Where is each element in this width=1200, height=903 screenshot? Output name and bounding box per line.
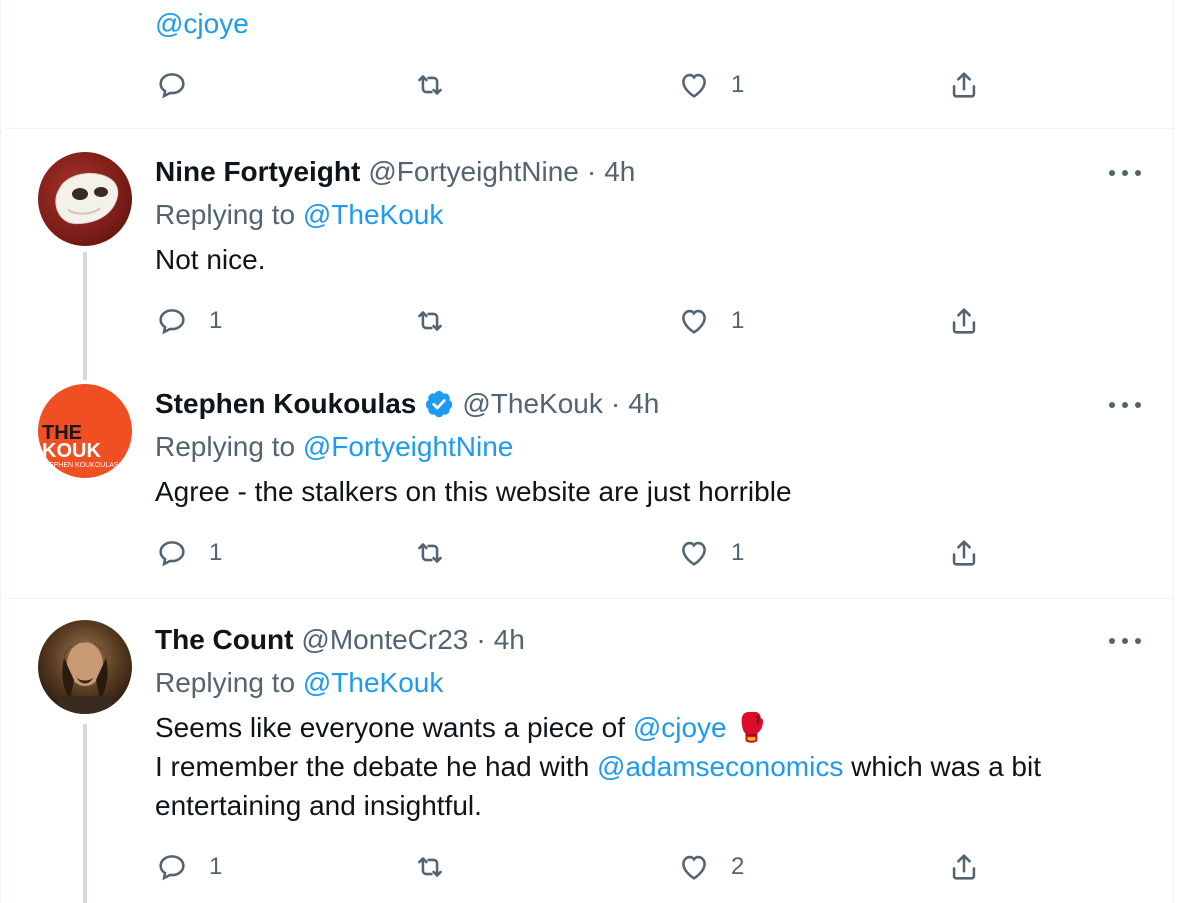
- display-name[interactable]: Stephen Koukoulas: [155, 388, 416, 420]
- more-options-icon[interactable]: [1109, 402, 1141, 412]
- avatar-phantom-mask[interactable]: [38, 152, 132, 246]
- display-name[interactable]: Nine Fortyeight: [155, 156, 360, 188]
- share-icon: [952, 854, 976, 880]
- thread-connector: [83, 724, 87, 903]
- tweet-text-line: Seems like everyone wants a piece of @cj…: [155, 708, 1041, 747]
- retweet-icon: [418, 543, 442, 563]
- tweet-text-segment: which was a bit: [843, 751, 1041, 782]
- tweet-text-segment: I remember the debate he had with: [155, 751, 598, 782]
- like-count: 1: [731, 307, 745, 334]
- retweet-icon: [418, 311, 442, 331]
- avatar-the-count[interactable]: [38, 620, 132, 714]
- like-button[interactable]: 1: [677, 536, 744, 570]
- replying-to-label: Replying to: [155, 667, 296, 698]
- tweet-header: The Count @MonteCr23 · 4h: [155, 624, 525, 656]
- user-handle[interactable]: @MonteCr23: [301, 624, 468, 656]
- avatar-logo-text: KOUK: [42, 440, 101, 462]
- heart-icon: [682, 309, 706, 334]
- tweet-text-segment: Seems like everyone wants a piece of: [155, 712, 633, 743]
- replying-to: Replying to @TheKouk: [155, 667, 443, 699]
- tweet-text: Not nice.: [155, 244, 266, 275]
- share-icon: [952, 540, 976, 566]
- mention-link[interactable]: @cjoye: [155, 8, 249, 40]
- heart-icon: [682, 541, 706, 566]
- share-button[interactable]: [947, 536, 981, 570]
- retweet-icon: [418, 75, 442, 95]
- timestamp[interactable]: 4h: [628, 388, 659, 420]
- reply-count: 1: [209, 307, 223, 334]
- more-options-icon[interactable]: [1109, 638, 1141, 648]
- retweet-button[interactable]: [413, 536, 447, 570]
- user-handle[interactable]: @FortyeightNine: [368, 156, 579, 188]
- phantom-mask-icon: [55, 172, 119, 225]
- tweet-header: Nine Fortyeight @FortyeightNine · 4h: [155, 156, 635, 188]
- share-button[interactable]: [947, 304, 981, 338]
- replying-to-label: Replying to: [155, 431, 296, 462]
- replying-to-label: Replying to: [155, 199, 296, 230]
- separator-dot: ·: [586, 156, 597, 187]
- reply-icon: [159, 855, 185, 881]
- share-button[interactable]: [947, 68, 981, 102]
- action-bar: 1: [155, 68, 995, 108]
- action-bar: 1 2: [155, 850, 995, 890]
- like-count: 1: [731, 71, 745, 98]
- timeline: @cjoye 1 Nine Fortyeight @FortyeightNine…: [0, 0, 1175, 903]
- tweet-header: Stephen Koukoulas @TheKouk · 4h: [155, 388, 659, 420]
- share-icon: [952, 72, 976, 98]
- mention-link[interactable]: @cjoye: [633, 712, 727, 743]
- separator-dot: ·: [610, 388, 621, 419]
- thread-connector: [83, 252, 87, 380]
- reply-icon: [159, 309, 185, 335]
- action-bar: 1 1: [155, 304, 995, 344]
- avatar-logo-subtext: STEPHEN KOUKOULAS: [40, 462, 119, 469]
- display-name[interactable]: The Count: [155, 624, 293, 656]
- verified-badge-icon: [426, 390, 453, 418]
- reply-count: 1: [209, 539, 223, 566]
- retweet-button[interactable]: [413, 304, 447, 338]
- retweet-button[interactable]: [413, 850, 447, 884]
- portrait-photo: [58, 642, 112, 714]
- timestamp[interactable]: 4h: [604, 156, 635, 188]
- tweet-text-line: entertaining and insightful.: [155, 790, 482, 821]
- tweet-text-line: I remember the debate he had with @adams…: [155, 747, 1041, 786]
- like-button[interactable]: 1: [677, 304, 744, 338]
- divider: [5, 598, 1175, 599]
- like-count: 2: [731, 853, 745, 880]
- tweet-text: Agree - the stalkers on this website are…: [155, 476, 792, 507]
- avatar-the-kouk[interactable]: THE KOUK STEPHEN KOUKOULAS: [38, 384, 132, 478]
- retweet-icon: [418, 857, 442, 877]
- like-button[interactable]: 1: [677, 68, 744, 102]
- reply-count: 1: [209, 853, 223, 880]
- reply-button[interactable]: 1: [155, 850, 222, 884]
- share-button[interactable]: [947, 850, 981, 884]
- reply-icon: [159, 541, 185, 567]
- user-handle[interactable]: @TheKouk: [462, 388, 603, 420]
- replying-to: Replying to @TheKouk: [155, 199, 443, 231]
- heart-icon: [682, 855, 706, 880]
- timestamp[interactable]: 4h: [494, 624, 525, 656]
- reply-button[interactable]: 1: [155, 304, 222, 338]
- action-bar: 1 1: [155, 536, 995, 576]
- tweet-text: Seems like everyone wants a piece of @cj…: [155, 708, 1041, 825]
- like-count: 1: [731, 539, 745, 566]
- heart-icon: [682, 73, 706, 98]
- mention-link[interactable]: @adamseconomics: [597, 751, 843, 782]
- reply-button[interactable]: 1: [155, 536, 222, 570]
- more-options-icon[interactable]: [1109, 170, 1141, 180]
- mention-link[interactable]: @TheKouk: [303, 667, 444, 698]
- boxing-glove-icon: 🥊: [734, 712, 770, 743]
- replying-to: Replying to @FortyeightNine: [155, 431, 513, 463]
- retweet-button[interactable]: [413, 68, 447, 102]
- mention-link[interactable]: @TheKouk: [303, 199, 444, 230]
- share-icon: [952, 308, 976, 334]
- separator-dot: ·: [476, 624, 486, 655]
- like-button[interactable]: 2: [677, 850, 744, 884]
- reply-button[interactable]: [155, 68, 189, 102]
- mention-link[interactable]: @FortyeightNine: [303, 431, 514, 462]
- divider: [5, 128, 1175, 129]
- reply-icon: [159, 73, 185, 99]
